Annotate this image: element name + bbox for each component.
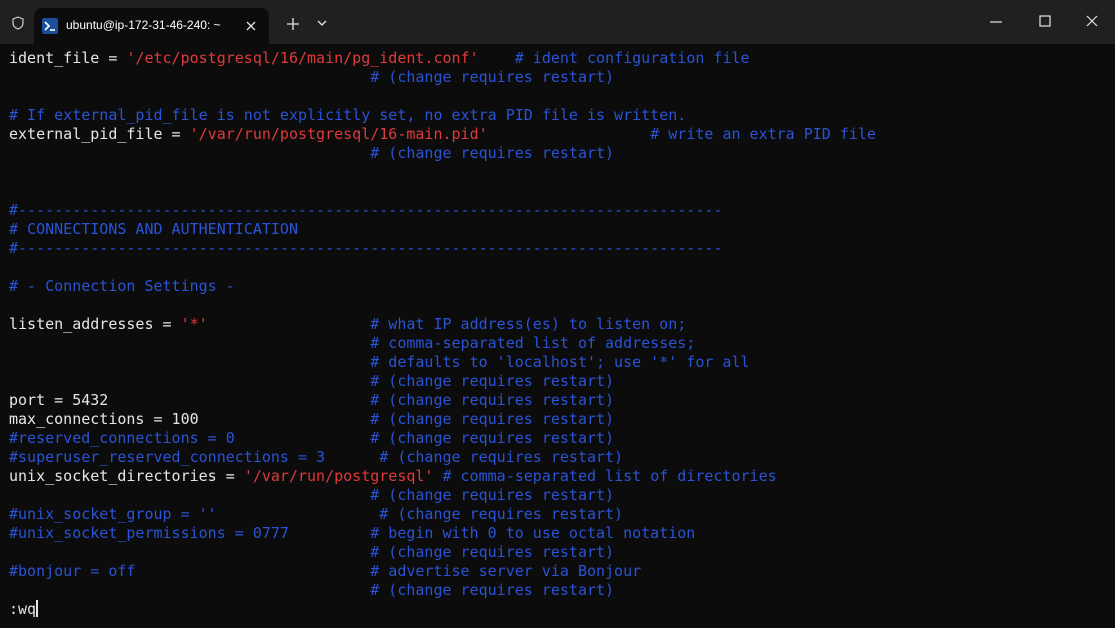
chevron-down-icon[interactable] — [315, 16, 329, 30]
title-bar[interactable]: ubuntu@ip-172-31-46-240: ~ — [0, 0, 1115, 44]
config-line: # (change requires restart) — [9, 581, 615, 599]
config-line: #unix_socket_group = '' # (change requir… — [9, 505, 624, 523]
minimize-icon[interactable] — [988, 14, 1004, 30]
section-divider: #---------------------------------------… — [9, 239, 723, 257]
config-line: #reserved_connections = 0 # (change requ… — [9, 429, 615, 447]
tab-close-icon[interactable] — [242, 17, 260, 35]
config-line: # (change requires restart) — [9, 68, 615, 86]
config-line: #unix_socket_permissions = 0777 # begin … — [9, 524, 696, 542]
config-line: # comma-separated list of addresses; — [9, 334, 696, 352]
config-line: #bonjour = off # advertise server via Bo… — [9, 562, 642, 580]
config-line: # (change requires restart) — [9, 486, 615, 504]
config-line: port = 5432 # (change requires restart) — [9, 391, 615, 409]
command-text: :wq — [9, 600, 37, 618]
section-divider: #---------------------------------------… — [9, 201, 723, 219]
tab-title: ubuntu@ip-172-31-46-240: ~ — [66, 18, 221, 32]
text-cursor — [36, 600, 39, 617]
subsection-heading: # - Connection Settings - — [9, 277, 235, 295]
config-line: # (change requires restart) — [9, 144, 615, 162]
section-heading: # CONNECTIONS AND AUTHENTICATION — [9, 220, 298, 238]
config-line: listen_addresses = '*' # what IP address… — [9, 315, 687, 333]
shield-icon — [12, 16, 24, 30]
config-line: max_connections = 100 # (change requires… — [9, 410, 615, 428]
config-line: unix_socket_directories = '/var/run/post… — [9, 467, 777, 485]
config-line: # (change requires restart) — [9, 372, 615, 390]
new-tab-plus-icon[interactable] — [283, 14, 303, 34]
maximize-icon[interactable] — [1037, 13, 1053, 29]
config-line: #superuser_reserved_connections = 3 # (c… — [9, 448, 624, 466]
command-line[interactable]: :wq — [9, 600, 39, 619]
powershell-icon — [42, 18, 58, 34]
terminal-window: ubuntu@ip-172-31-46-240: ~ ident_file = … — [0, 0, 1115, 628]
tab-terminal[interactable]: ubuntu@ip-172-31-46-240: ~ — [34, 8, 269, 44]
config-line: external_pid_file = '/var/run/postgresql… — [9, 125, 876, 143]
config-line: ident_file = '/etc/postgresql/16/main/pg… — [9, 49, 750, 67]
config-line: # If external_pid_file is not explicitly… — [9, 106, 687, 124]
config-line: # defaults to 'localhost'; use '*' for a… — [9, 353, 750, 371]
terminal-output[interactable]: ident_file = '/etc/postgresql/16/main/pg… — [0, 44, 1115, 628]
config-line: # (change requires restart) — [9, 543, 615, 561]
close-icon[interactable] — [1084, 13, 1100, 29]
